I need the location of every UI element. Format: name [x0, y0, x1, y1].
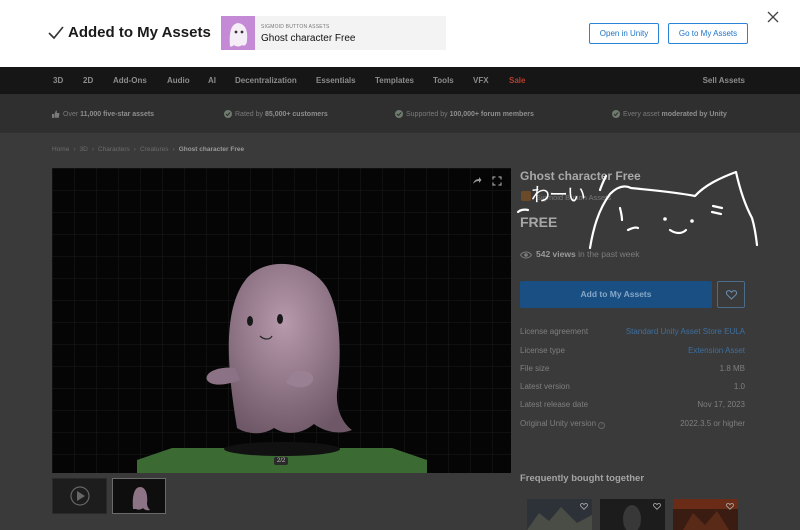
- favorite-button[interactable]: [717, 281, 745, 308]
- views-number: 542 views: [536, 249, 576, 259]
- media-counter: 2/2: [274, 457, 289, 465]
- nav-item-essentials[interactable]: Essentials: [316, 76, 356, 85]
- trust-stats-bar: Over 11,000 five-star assets Rated by 85…: [0, 94, 800, 134]
- fbt-card[interactable]: [527, 499, 592, 530]
- spec-file-size: File size 1.8 MB: [520, 364, 745, 382]
- handwritten-text: わーい: [531, 184, 586, 206]
- product-price: FREE: [520, 214, 558, 230]
- fullscreen-icon[interactable]: [492, 176, 502, 186]
- banner-asset-publisher: SIGMOID BUTTON ASSETS: [261, 24, 330, 30]
- breadcrumb-3d[interactable]: 3D: [80, 146, 88, 153]
- nav-item-ai[interactable]: AI: [208, 76, 216, 85]
- fbt-card[interactable]: [673, 499, 738, 530]
- spec-label: File size: [520, 364, 550, 373]
- stat-bold: moderated by Unity: [661, 111, 727, 118]
- nav-item-vfx[interactable]: VFX: [473, 76, 489, 85]
- spec-value: Nov 17, 2023: [697, 400, 745, 409]
- info-icon[interactable]: ?: [598, 422, 606, 429]
- check-circle-icon: [395, 110, 403, 118]
- close-icon[interactable]: [767, 11, 779, 23]
- media-thumbnail-video[interactable]: [52, 478, 107, 514]
- spec-value: 1.0: [733, 382, 745, 391]
- spec-latest-version: Latest version 1.0: [520, 382, 745, 400]
- category-nav: 3D 2D Add-Ons Audio AI Decentralization …: [0, 67, 800, 94]
- eye-icon: [520, 251, 532, 259]
- spec-label: Latest release date: [520, 400, 589, 409]
- check-icon: [48, 26, 64, 40]
- stat-prefix: Supported by: [406, 111, 450, 118]
- thumbs-up-icon: [52, 110, 60, 118]
- spec-value[interactable]: Standard Unity Asset Store EULA: [626, 327, 745, 336]
- spec-label: Original Unity version?: [520, 419, 606, 429]
- fbt-card[interactable]: [600, 499, 665, 530]
- stat-five-star: Over 11,000 five-star assets: [52, 110, 154, 118]
- spec-value: 1.8 MB: [719, 364, 745, 373]
- banner-asset-name: Ghost character Free: [261, 33, 356, 44]
- breadcrumb-creatures[interactable]: Creatures: [140, 146, 169, 153]
- breadcrumb-current: Ghost character Free: [178, 146, 245, 153]
- nav-item-3d[interactable]: 3D: [53, 76, 63, 85]
- breadcrumb-characters[interactable]: Characters: [98, 146, 130, 153]
- asset-3d-viewer[interactable]: 2/2: [52, 168, 511, 473]
- spec-label: License type: [520, 346, 565, 355]
- share-icon[interactable]: [472, 176, 482, 186]
- check-circle-icon: [612, 110, 620, 118]
- spec-label: License agreement: [520, 327, 589, 336]
- publisher-avatar: [521, 191, 531, 201]
- nav-item-templates[interactable]: Templates: [375, 76, 414, 85]
- check-circle-icon: [224, 110, 232, 118]
- nav-item-tools[interactable]: Tools: [433, 76, 454, 85]
- spec-value: 2022.3.5 or higher: [680, 419, 745, 428]
- banner-asset-card: SIGMOID BUTTON ASSETS Ghost character Fr…: [221, 16, 446, 50]
- sell-assets-link[interactable]: Sell Assets: [703, 76, 745, 85]
- nav-item-audio[interactable]: Audio: [167, 76, 190, 85]
- heart-icon[interactable]: [653, 503, 661, 510]
- viewer-scene: [52, 168, 511, 473]
- views-count: 542 views in the past week: [520, 249, 640, 259]
- stat-prefix: Every asset: [623, 111, 662, 118]
- ghost-thumbnail: [221, 16, 255, 50]
- spec-license-type: License type Extension Asset: [520, 346, 745, 364]
- heart-icon[interactable]: [726, 503, 734, 510]
- spec-label: Latest version: [520, 382, 570, 391]
- breadcrumb: Home › 3D › Characters › Creatures › Ghost chara…: [52, 146, 245, 153]
- go-to-my-assets-button[interactable]: Go to My Assets: [668, 23, 748, 44]
- spec-unity-version: Original Unity version? 2022.3.5 or high…: [520, 419, 745, 437]
- nav-item-add-ons[interactable]: Add-Ons: [113, 76, 147, 85]
- stat-supported: Supported by 100,000+ forum members: [395, 110, 534, 118]
- stat-prefix: Over: [63, 111, 81, 118]
- add-to-my-assets-button[interactable]: Add to My Assets: [520, 281, 712, 308]
- breadcrumb-home[interactable]: Home: [52, 146, 69, 153]
- heart-icon[interactable]: [580, 503, 588, 510]
- spec-release-date: Latest release date Nov 17, 2023: [520, 400, 745, 418]
- added-message: Added to My Assets: [68, 24, 211, 41]
- nav-item-decentralization[interactable]: Decentralization: [235, 76, 297, 85]
- spec-label-text: Original Unity version: [520, 419, 597, 428]
- views-period: in the past week: [578, 249, 640, 259]
- stat-moderated: Every asset moderated by Unity: [612, 110, 727, 118]
- stat-bold: 11,000 five-star assets: [80, 111, 155, 118]
- stat-rated: Rated by 85,000+ customers: [224, 110, 328, 118]
- nav-item-2d[interactable]: 2D: [83, 76, 93, 85]
- nav-item-sale[interactable]: Sale: [509, 76, 525, 85]
- frequently-bought-title: Frequently bought together: [520, 473, 645, 484]
- stat-prefix: Rated by: [235, 111, 265, 118]
- heart-icon: [726, 290, 737, 300]
- stat-bold: 100,000+ forum members: [449, 111, 534, 118]
- added-to-assets-banner: Added to My Assets SIGMOID BUTTON ASSETS…: [0, 0, 800, 67]
- media-thumbnail-image[interactable]: [112, 478, 166, 514]
- stat-bold: 85,000+ customers: [264, 111, 328, 118]
- spec-license-agreement: License agreement Standard Unity Asset S…: [520, 327, 745, 345]
- spec-value[interactable]: Extension Asset: [688, 346, 745, 355]
- open-in-unity-button[interactable]: Open in Unity: [589, 23, 659, 44]
